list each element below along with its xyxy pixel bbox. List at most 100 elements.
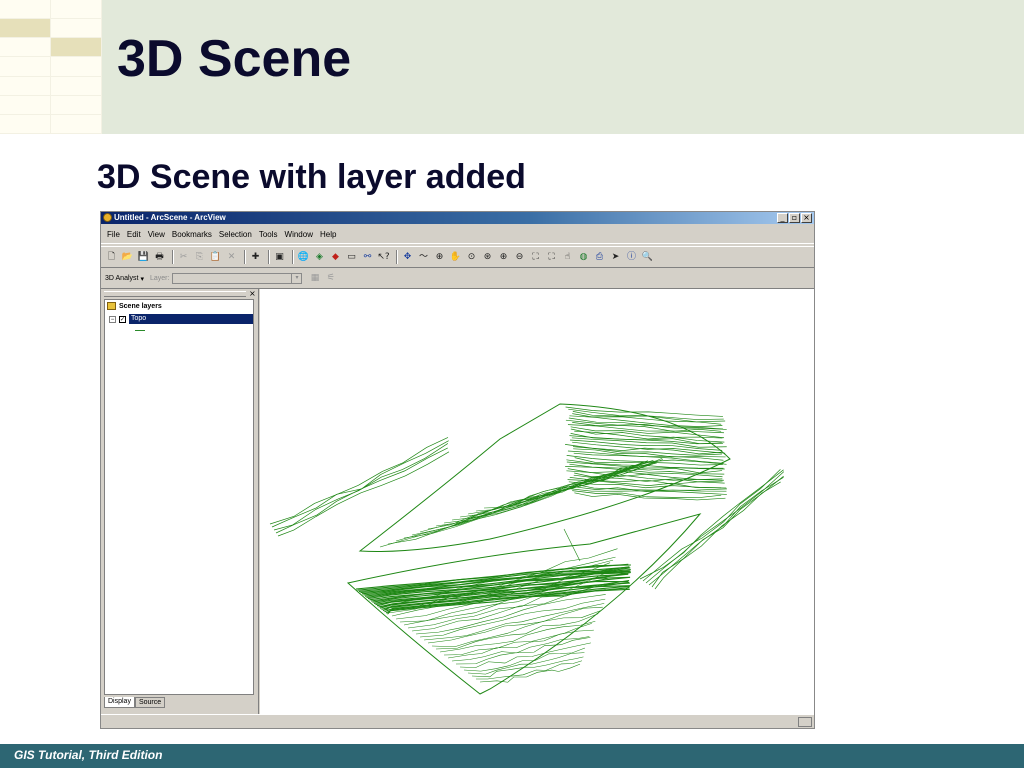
table-of-contents-panel: × Scene layers − ✓ Topo Display Source: [101, 289, 259, 714]
scene-layers-root[interactable]: Scene layers: [107, 302, 162, 310]
contour-lower-line: [451, 636, 590, 662]
arcscene-window: Untitled - ArcScene - ArcView _ ▫ × File…: [100, 211, 815, 729]
select-features-icon[interactable]: ➤: [609, 251, 622, 264]
menu-edit[interactable]: Edit: [127, 230, 141, 239]
menu-view[interactable]: View: [148, 230, 165, 239]
add-data-icon[interactable]: ✚: [249, 251, 262, 264]
contour-wedge-line: [403, 462, 657, 539]
toolbar-separator: [292, 250, 294, 264]
viewer-window-icon[interactable]: ▭: [345, 251, 358, 264]
contour-strip-right: [645, 471, 785, 584]
paste-icon[interactable]: 📋: [209, 251, 222, 264]
standard-toolbar: 🗋 📂 💾 🖶 ✂ ⎘ 📋 ✕ ✚ ▣ 🌐 ◈ ◆ ▭ ⚯ ↖? ✥ 〜 ⊕ ✋…: [101, 246, 814, 268]
find-icon[interactable]: 🔍: [641, 251, 654, 264]
contour-dense-block: [569, 439, 723, 451]
layer-name-topo[interactable]: Topo: [129, 314, 253, 324]
contour-lower-line: [467, 652, 585, 675]
dropdown-arrow-icon: ▾: [140, 275, 144, 283]
minimize-button[interactable]: _: [777, 213, 788, 223]
scene-layers-label: Scene layers: [119, 302, 162, 310]
toolbar-separator: [172, 250, 174, 264]
menu-tools[interactable]: Tools: [259, 230, 278, 239]
topo-contour-rendering: [269, 403, 785, 695]
pan-icon[interactable]: ✋: [449, 251, 462, 264]
3d-analyst-label: 3D Analyst: [105, 275, 139, 282]
zoom-in-icon[interactable]: ⊕: [497, 251, 510, 264]
toolbar-separator: [268, 250, 270, 264]
slide-title: 3D Scene: [117, 30, 352, 88]
delete-icon[interactable]: ✕: [225, 251, 238, 264]
globe-icon[interactable]: 🌐: [297, 251, 310, 264]
open-folder-icon[interactable]: 📂: [121, 251, 134, 264]
arctoolbox-icon[interactable]: ◆: [329, 251, 342, 264]
toc-layer-topo[interactable]: − ✓ Topo: [109, 314, 253, 324]
slide-header-band: 3D Scene: [0, 0, 1024, 134]
layers-icon: [107, 302, 116, 310]
panel-grip[interactable]: [104, 291, 246, 297]
panel-close-icon[interactable]: ×: [249, 289, 256, 298]
3d-scene-view[interactable]: [260, 289, 814, 714]
layer-visibility-checkbox[interactable]: ✓: [119, 315, 126, 323]
collapse-icon[interactable]: −: [109, 315, 116, 323]
contour-strip-right: [654, 481, 781, 590]
copy-icon[interactable]: ⎘: [193, 251, 206, 264]
menu-help[interactable]: Help: [320, 230, 336, 239]
contour-dense-block: [567, 424, 724, 434]
raster-tool-icon[interactable]: ▦: [308, 272, 321, 285]
menu-file[interactable]: File: [107, 230, 120, 239]
menu-bar: File Edit View Bookmarks Selection Tools…: [101, 226, 814, 244]
fly-icon[interactable]: 〜: [417, 251, 430, 264]
footer-text: GIS Tutorial, Third Edition: [14, 748, 163, 762]
restore-button[interactable]: ▫: [789, 213, 800, 223]
3d-analyst-dropdown[interactable]: 3D Analyst ▾: [105, 275, 144, 283]
slide-subtitle: 3D Scene with layer added: [97, 158, 526, 196]
full-extent-icon[interactable]: ⛶: [529, 251, 542, 264]
earth-icon[interactable]: ◍: [577, 251, 590, 264]
menu-bookmarks[interactable]: Bookmarks: [172, 230, 212, 239]
layer-select[interactable]: ▾: [172, 273, 303, 284]
navigate-icon[interactable]: ✥: [401, 251, 414, 264]
chevron-down-icon: ▾: [291, 274, 301, 283]
table-of-contents-icon[interactable]: ▣: [273, 251, 286, 264]
toolbar-separator: [244, 250, 246, 264]
slide-footer: GIS Tutorial, Third Edition: [0, 744, 1024, 768]
contour-strip-left: [275, 447, 448, 534]
graph-icon[interactable]: ⚯: [361, 251, 374, 264]
contour-dense-block: [567, 450, 724, 461]
contour-strip-left: [273, 443, 449, 531]
cut-icon[interactable]: ✂: [177, 251, 190, 264]
zoom-out-icon[interactable]: ⊖: [513, 251, 526, 264]
tab-display[interactable]: Display: [104, 697, 135, 708]
zoom-to-target-icon[interactable]: ⊛: [481, 251, 494, 264]
toc-tree: Scene layers − ✓ Topo: [104, 299, 254, 695]
contour-lower-line: [471, 656, 584, 678]
window-titlebar[interactable]: Untitled - ArcScene - ArcView _ ▫ ×: [101, 212, 814, 224]
interpolate-icon[interactable]: ⚟: [324, 272, 337, 285]
contour-dense-block: [574, 492, 726, 501]
status-bar: [101, 714, 814, 728]
contour-lower-line: [479, 663, 581, 683]
new-document-icon[interactable]: 🗋: [105, 251, 118, 264]
3d-analyst-toolbar: 3D Analyst ▾ Layer: ▾ ▦ ⚟: [101, 269, 814, 289]
tab-source[interactable]: Source: [134, 697, 166, 708]
narrow-fov-icon[interactable]: ⛶: [545, 251, 558, 264]
contour-strip-left: [269, 437, 449, 525]
identify-icon[interactable]: ⓘ: [625, 251, 638, 264]
zoom-in-out-icon[interactable]: ⊕: [433, 251, 446, 264]
window-controls: _ ▫ ×: [777, 213, 812, 223]
layer-label: Layer:: [149, 275, 170, 282]
contour-lower-line: [463, 647, 586, 672]
menu-selection[interactable]: Selection: [219, 230, 252, 239]
toc-tabs: Display Source: [104, 697, 166, 708]
menu-window[interactable]: Window: [285, 230, 313, 239]
set-observer-icon[interactable]: ⎙: [593, 251, 606, 264]
print-icon[interactable]: 🖶: [153, 251, 166, 264]
center-on-target-icon[interactable]: ⊙: [465, 251, 478, 264]
arcscene-app-icon: [103, 213, 112, 222]
close-button[interactable]: ×: [801, 213, 812, 223]
contour-wedge-line: [443, 461, 645, 524]
whats-this-icon[interactable]: ↖?: [377, 251, 390, 264]
save-icon[interactable]: 💾: [137, 251, 150, 264]
hand-icon[interactable]: ☝: [561, 251, 574, 264]
scene-properties-icon[interactable]: ◈: [313, 251, 326, 264]
